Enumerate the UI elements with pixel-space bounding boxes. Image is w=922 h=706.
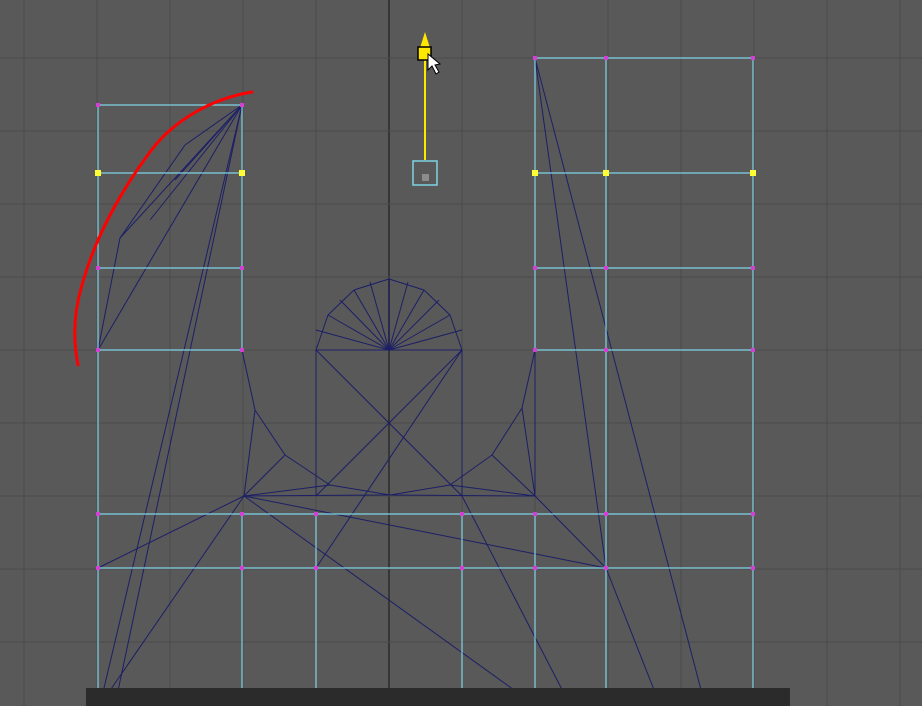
arrow-cursor-icon (427, 52, 442, 75)
mesh-vertex[interactable] (460, 566, 464, 570)
mesh-vertex[interactable] (314, 566, 318, 570)
mesh-vertex[interactable] (751, 266, 755, 270)
mesh-vertex[interactable] (240, 266, 244, 270)
mesh-vertex[interactable] (96, 103, 100, 107)
mesh-vertex[interactable] (751, 348, 755, 352)
mesh-wireframe (97, 57, 706, 706)
viewport-grid (0, 0, 922, 706)
mesh-vertex[interactable] (604, 56, 608, 60)
caption-bar (86, 688, 790, 706)
mesh-vertex[interactable] (96, 266, 100, 270)
mesh-vertex[interactable] (460, 512, 464, 516)
mesh-vertex[interactable] (240, 348, 244, 352)
mesh-vertex[interactable] (240, 566, 244, 570)
mesh-vertex[interactable] (96, 348, 100, 352)
mesh-vertex[interactable] (533, 348, 537, 352)
mesh-vertex[interactable] (533, 566, 537, 570)
mesh-vertex[interactable] (751, 56, 755, 60)
selected-vertex[interactable] (239, 170, 245, 176)
mesh-vertex[interactable] (314, 512, 318, 516)
selected-vertex[interactable] (750, 170, 756, 176)
mesh-vertex[interactable] (96, 566, 100, 570)
pivot-icon[interactable] (412, 160, 438, 186)
selected-vertex[interactable] (532, 170, 538, 176)
mesh-vertex[interactable] (533, 56, 537, 60)
mesh-vertex[interactable] (533, 266, 537, 270)
mesh-vertex[interactable] (604, 266, 608, 270)
mesh-vertex[interactable] (240, 512, 244, 516)
modeling-viewport[interactable] (0, 0, 922, 706)
mesh-vertex[interactable] (604, 348, 608, 352)
move-manipulator-icon[interactable] (417, 32, 432, 160)
mesh-vertex[interactable] (751, 512, 755, 516)
mesh-vertex[interactable] (533, 512, 537, 516)
selected-vertex[interactable] (95, 170, 101, 176)
mesh-vertex[interactable] (604, 566, 608, 570)
mesh-vertex[interactable] (96, 512, 100, 516)
mesh-vertex[interactable] (240, 103, 244, 107)
mesh-vertex[interactable] (604, 512, 608, 516)
mesh-vertex[interactable] (751, 566, 755, 570)
selected-vertex[interactable] (603, 170, 609, 176)
scene-canvas[interactable] (0, 0, 922, 706)
